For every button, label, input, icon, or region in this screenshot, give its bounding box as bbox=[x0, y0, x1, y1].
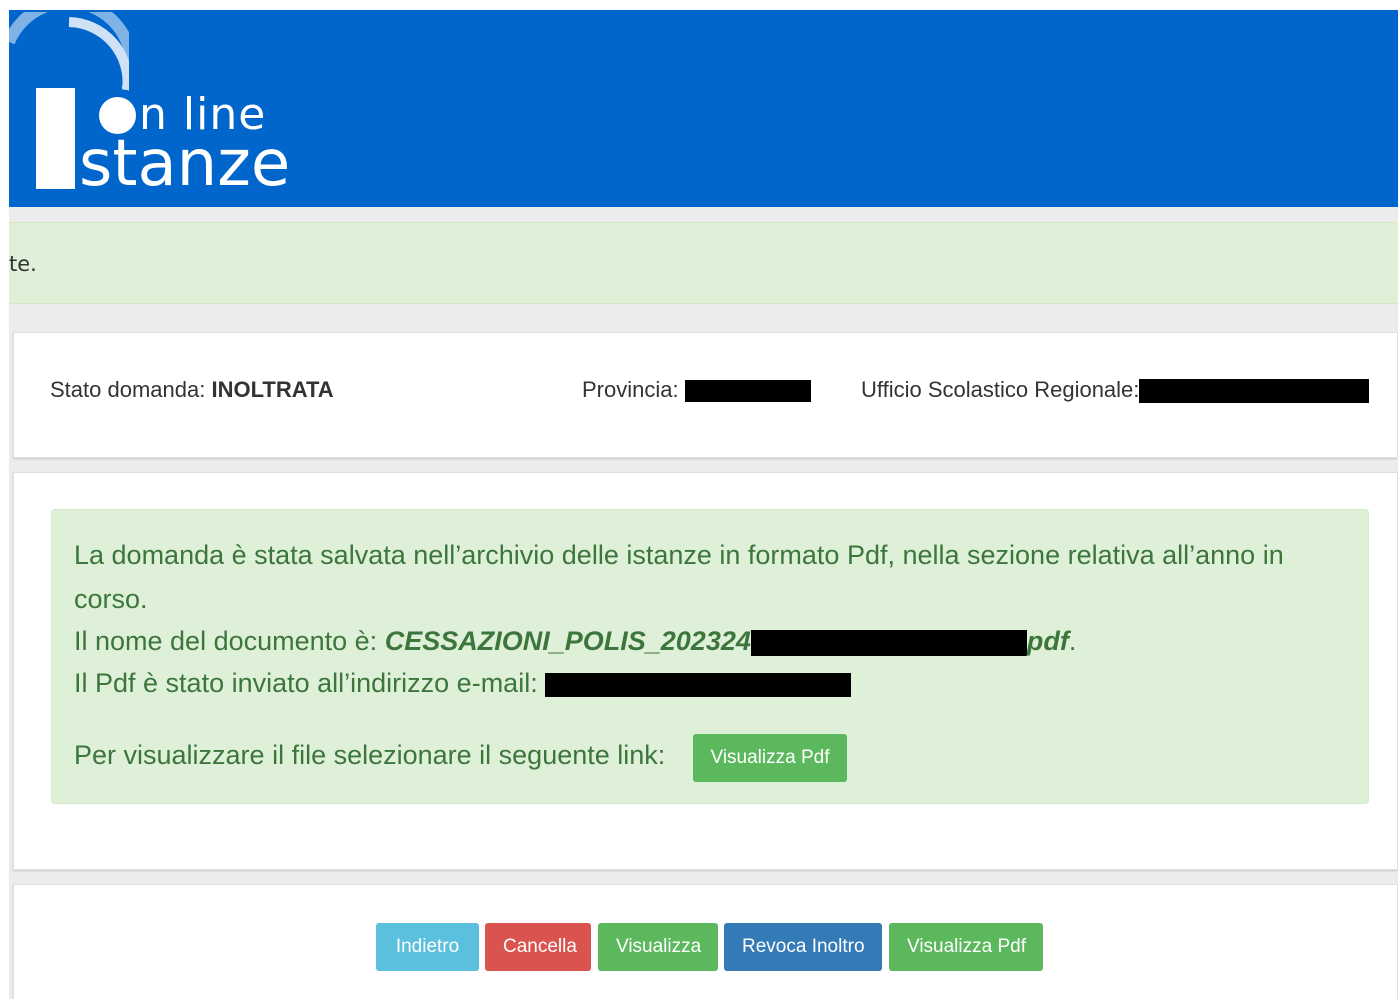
message-line-1: La domanda è stata salvata nell’archivio… bbox=[74, 540, 1284, 570]
message-panel: La domanda è stata salvata nell’archivio… bbox=[13, 472, 1398, 870]
logo-bar-icon bbox=[36, 88, 75, 189]
alert-text: te. bbox=[9, 252, 37, 276]
stato-label: Stato domanda: bbox=[50, 377, 206, 402]
success-message-box: La domanda è stata salvata nell’archivio… bbox=[51, 509, 1369, 804]
actions-panel: Indietro Cancella Visualizza Revoca Inol… bbox=[13, 884, 1398, 999]
email-label: Il Pdf è stato inviato all’indirizzo e-m… bbox=[74, 668, 538, 698]
doc-suffix: . bbox=[1068, 626, 1077, 656]
visualizza-pdf-link-button[interactable]: Visualizza Pdf bbox=[693, 734, 847, 782]
header-banner: n line stanze bbox=[9, 10, 1398, 207]
provincia-label: Provincia: bbox=[582, 377, 679, 402]
visualizza-button[interactable]: Visualizza bbox=[598, 923, 718, 971]
visualizza-pdf-button[interactable]: Visualizza Pdf bbox=[889, 923, 1043, 971]
top-strip bbox=[0, 0, 1398, 10]
doc-label: Il nome del documento è: bbox=[74, 626, 378, 656]
doc-name-start: CESSAZIONI_POLIS_202324 bbox=[384, 626, 751, 656]
doc-name-redacted bbox=[750, 629, 1027, 656]
left-strip bbox=[0, 0, 9, 999]
document-name-line: Il nome del documento è: CESSAZIONI_POLI… bbox=[74, 626, 1076, 657]
logo-stanze-text: stanze bbox=[79, 127, 291, 201]
email-redacted bbox=[545, 672, 852, 697]
page: n line stanze te. Stato domanda: INOLTRA… bbox=[0, 0, 1398, 999]
message-line-2: corso. bbox=[74, 584, 148, 614]
stato-value: INOLTRATA bbox=[211, 377, 334, 402]
provincia-redacted bbox=[684, 380, 811, 403]
success-alert-bar: te. bbox=[9, 222, 1398, 304]
doc-name-end: pdf bbox=[1026, 626, 1069, 656]
link-label: Per visualizzare il file selezionare il … bbox=[74, 740, 666, 770]
link-line: Per visualizzare il file selezionare il … bbox=[74, 740, 665, 771]
ufficio-label: Ufficio Scolastico Regionale: bbox=[861, 377, 1140, 402]
cancella-button[interactable]: Cancella bbox=[485, 923, 591, 971]
ufficio-redacted bbox=[1139, 379, 1370, 404]
email-line: Il Pdf è stato inviato all’indirizzo e-m… bbox=[74, 668, 852, 699]
stato-domanda: Stato domanda: INOLTRATA bbox=[50, 375, 334, 405]
status-panel: Stato domanda: INOLTRATA Provincia: Uffi… bbox=[13, 332, 1398, 458]
indietro-button[interactable]: Indietro bbox=[376, 923, 479, 971]
ufficio-scolastico: Ufficio Scolastico Regionale: bbox=[861, 375, 1370, 405]
provincia: Provincia: bbox=[582, 375, 811, 405]
revoca-inoltro-button[interactable]: Revoca Inoltro bbox=[724, 923, 882, 971]
